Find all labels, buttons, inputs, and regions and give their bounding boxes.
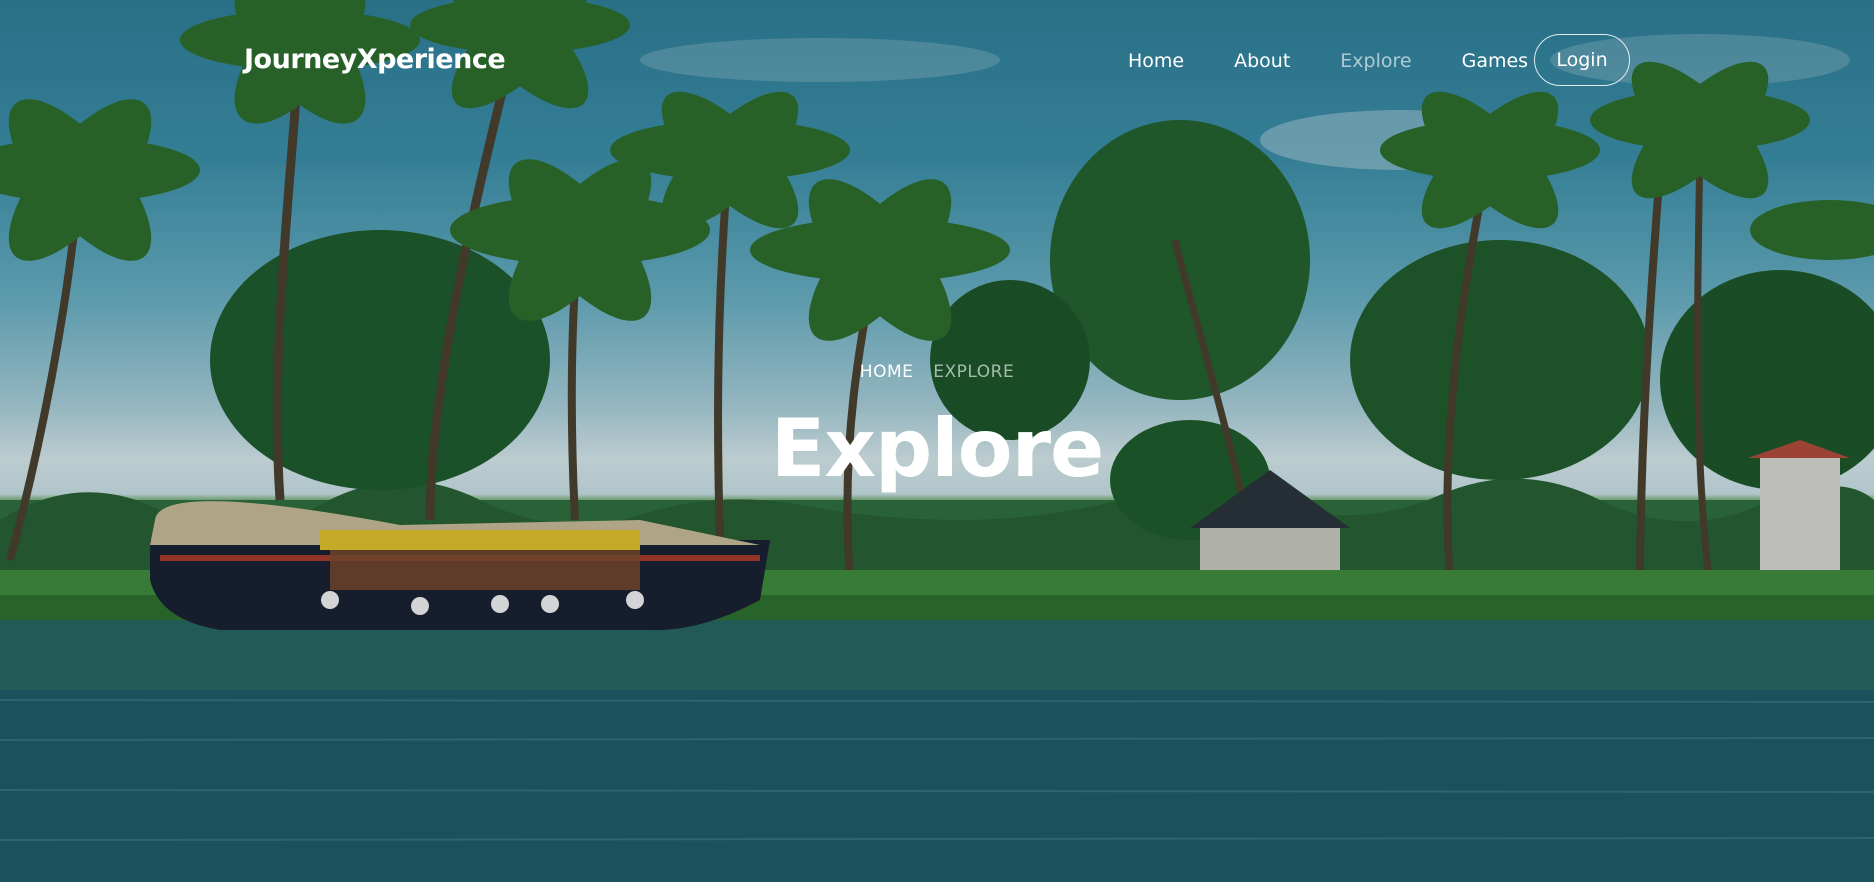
nav-links: Home About Explore Games (1128, 50, 1578, 72)
breadcrumb-current: EXPLORE (933, 362, 1015, 382)
breadcrumb: HOME EXPLORE (0, 362, 1874, 382)
nav-link-explore[interactable]: Explore (1340, 50, 1411, 72)
hero-section: JourneyXperience Home About Explore Game… (0, 0, 1874, 882)
nav-link-about[interactable]: About (1234, 50, 1290, 72)
page-title: Explore (770, 402, 1105, 495)
nav-link-home[interactable]: Home (1128, 50, 1184, 72)
nav-link-games[interactable]: Games (1462, 50, 1528, 72)
brand-logo[interactable]: JourneyXperience (244, 44, 506, 75)
login-button[interactable]: Login (1534, 34, 1630, 86)
navbar: JourneyXperience Home About Explore Game… (0, 0, 1874, 122)
breadcrumb-home-link[interactable]: HOME (860, 362, 914, 382)
